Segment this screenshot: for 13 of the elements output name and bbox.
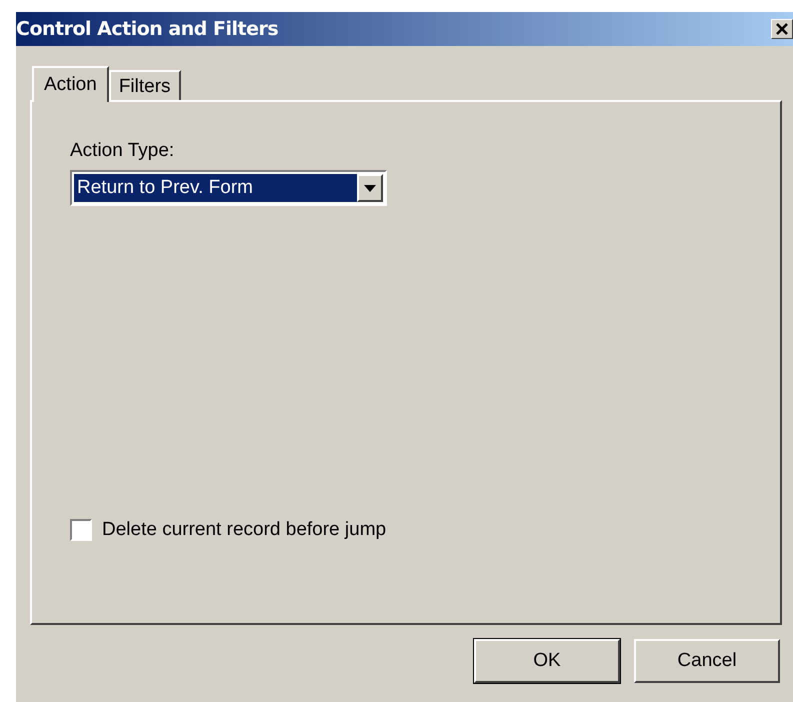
close-button[interactable]: [771, 19, 793, 39]
tab[interactable]: Action: [32, 66, 109, 102]
action-type-label: Action Type:: [70, 140, 176, 162]
dialog-button[interactable]: OK: [474, 639, 620, 683]
tab[interactable]: Filters: [108, 70, 181, 100]
checkbox-label[interactable]: Delete current record before jump: [102, 519, 386, 541]
window-title: Control Action and Filters: [16, 18, 278, 40]
close-icon: [775, 22, 789, 36]
action-type-dropdown[interactable]: Return to Prev. Form: [70, 170, 387, 206]
dropdown-button[interactable]: [357, 174, 383, 202]
dialog-button[interactable]: Cancel: [634, 639, 780, 683]
caret-icon: [364, 184, 376, 192]
checkbox[interactable]: [70, 519, 92, 541]
